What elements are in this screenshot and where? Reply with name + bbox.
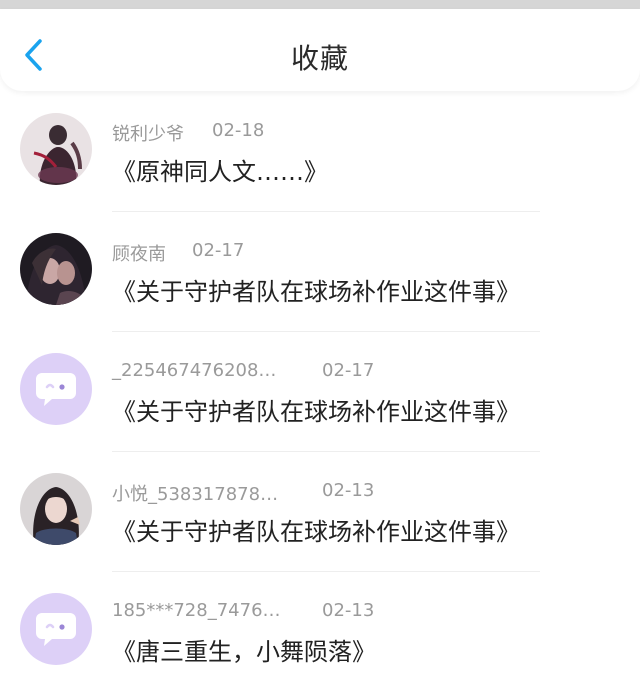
chat-bubble-icon [36,373,76,406]
work-title: 《关于守护者队在球场补作业这件事》 [112,398,520,426]
avatar [20,353,92,425]
photo-avatar-icon [20,473,92,545]
date: 02-13 [322,600,375,621]
date: 02-13 [322,480,375,501]
status-strip [0,0,640,9]
username: 顾夜南 [112,244,166,265]
default-avatar [20,353,92,425]
chat-bubble-icon [36,613,76,646]
avatar [20,593,92,665]
default-avatar [20,593,92,665]
list-item[interactable]: _225467476208… 02-17 《关于守护者队在球场补作业这件事》 [0,332,640,452]
avatar [20,233,92,305]
favorites-list: 锐利少爷 02-18 《原神同人文……》 顾夜南 02-17 《关于守护者队在球… [0,92,640,692]
item-meta: 锐利少爷 02-18 [112,120,264,146]
username: 185***728_7476… [112,600,281,621]
item-meta: 185***728_7476… 02-13 [112,600,374,621]
work-title: 《原神同人文……》 [112,158,328,186]
username: 锐利少爷 [112,124,184,145]
work-title: 《关于守护者队在球场补作业这件事》 [112,518,520,546]
username: _225467476208… [112,360,277,381]
photo-avatar-icon [20,113,92,185]
avatar [20,473,92,545]
list-item[interactable]: 小悦_538317878… 02-13 《关于守护者队在球场补作业这件事》 [0,452,640,572]
work-title: 《关于守护者队在球场补作业这件事》 [112,278,520,306]
username: 小悦_538317878… [112,484,279,505]
photo-avatar-icon [20,233,92,305]
item-meta: 顾夜南 02-17 [112,240,244,266]
list-item[interactable]: 顾夜南 02-17 《关于守护者队在球场补作业这件事》 [0,212,640,332]
list-item[interactable]: 185***728_7476… 02-13 《唐三重生，小舞陨落》 [0,572,640,692]
date: 02-18 [212,120,265,141]
item-meta: 小悦_538317878… 02-13 [112,480,374,506]
header-bar: 收藏 [0,9,640,91]
page-title: 收藏 [290,42,349,75]
work-title: 《唐三重生，小舞陨落》 [112,638,376,666]
list-item[interactable]: 锐利少爷 02-18 《原神同人文……》 [0,92,640,212]
avatar [20,113,92,185]
date: 02-17 [192,240,245,261]
item-meta: _225467476208… 02-17 [112,360,374,381]
date: 02-17 [322,360,375,381]
